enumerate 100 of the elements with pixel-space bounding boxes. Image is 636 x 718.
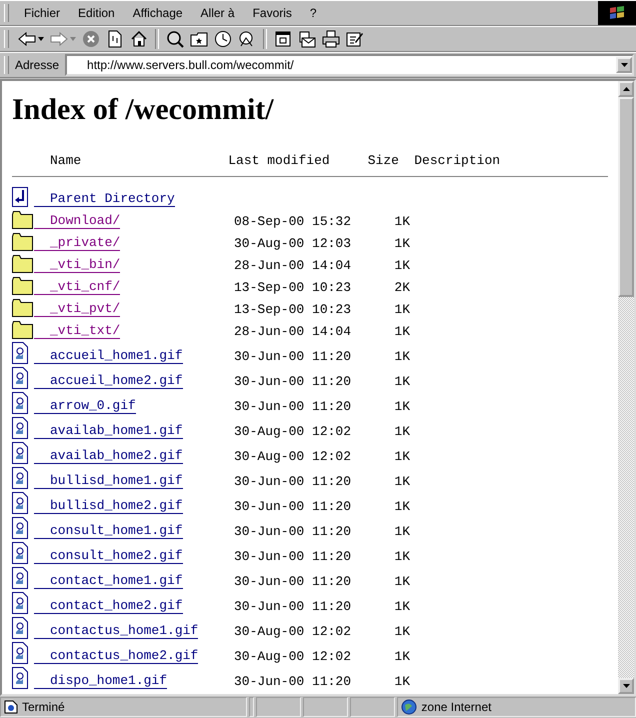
address-label: Adresse <box>15 58 60 72</box>
date-cell-text: 30-Aug-00 12:03 <box>234 236 352 251</box>
folder-icon <box>12 233 33 251</box>
column-header: Last modified <box>228 153 331 168</box>
file-link[interactable]: dispo_home1.gif <box>34 673 168 689</box>
size-cell-text: 2K <box>393 280 410 295</box>
size-cell-text: 1K <box>393 236 410 251</box>
image-file-icon <box>12 542 28 564</box>
caret-icon <box>620 63 628 67</box>
file-link[interactable]: _vti_pvt/ <box>34 301 120 317</box>
window-icon <box>274 30 292 48</box>
status-pane <box>256 697 301 717</box>
file-link[interactable]: bullisd_home2.gif <box>34 498 183 514</box>
status-text: Terminé <box>22 700 65 714</box>
size-cell-text: 1K <box>393 674 410 689</box>
size-cell-text: 1K <box>393 374 410 389</box>
menu-item[interactable]: Favoris <box>244 4 301 22</box>
down-arrow-icon[interactable] <box>622 684 630 688</box>
image-file-icon <box>12 342 28 364</box>
date-cell-text: 30-Aug-00 12:02 <box>234 624 352 639</box>
file-link[interactable]: contactus_home1.gif <box>34 623 198 639</box>
date-cell-text: 30-Jun-00 11:20 <box>234 549 352 564</box>
folder-icon <box>12 299 33 317</box>
folder-icon <box>12 321 33 339</box>
mail-icon <box>298 30 316 48</box>
column-header: Size <box>368 153 400 168</box>
size-cell-text: 1K <box>393 324 410 339</box>
file-link[interactable]: Parent Directory <box>34 191 175 207</box>
file-link[interactable]: accueil_home2.gif <box>34 373 183 389</box>
image-file-icon <box>12 667 28 689</box>
folder-icon <box>12 255 33 273</box>
size-cell-text: 1K <box>393 424 410 439</box>
date-cell-text: 30-Jun-00 11:20 <box>234 474 352 489</box>
date-cell-text: 30-Jun-00 11:20 <box>234 374 352 389</box>
size-cell-text: 1K <box>393 214 410 229</box>
printer-icon <box>322 30 340 48</box>
file-link[interactable]: _private/ <box>34 235 120 251</box>
file-link[interactable]: availab_home1.gif <box>34 423 183 439</box>
size-cell-text: 1K <box>393 624 410 639</box>
menu-item[interactable]: Affichage <box>124 4 192 22</box>
file-link[interactable]: availab_home2.gif <box>34 448 183 464</box>
page-heading: Index of /wecommit/ <box>12 93 275 127</box>
windows-logo <box>598 1 636 25</box>
size-cell-text: 1K <box>393 574 410 589</box>
size-cell-text: 1K <box>393 302 410 317</box>
file-link[interactable]: contact_home2.gif <box>34 598 183 614</box>
size-cell-text: 1K <box>393 349 410 364</box>
star-folder-icon <box>190 30 208 48</box>
file-link[interactable]: _vti_cnf/ <box>34 279 120 295</box>
date-cell-text: 30-Jun-00 11:20 <box>234 674 352 689</box>
menu-item[interactable]: ? <box>300 4 326 22</box>
image-file-icon <box>12 642 28 664</box>
status-pane <box>350 697 396 717</box>
date-cell-text: 30-Aug-00 12:02 <box>234 449 352 464</box>
clock-icon <box>214 30 232 48</box>
image-file-icon <box>12 417 28 439</box>
date-cell-text: 30-Jun-00 11:20 <box>234 499 352 514</box>
image-file-icon <box>12 442 28 464</box>
date-cell-text: 30-Jun-00 11:20 <box>234 574 352 589</box>
scrollbar[interactable] <box>618 81 634 694</box>
folder-icon <box>12 277 33 295</box>
home-icon <box>130 30 148 48</box>
image-file-icon <box>12 492 28 514</box>
size-cell-text: 1K <box>393 649 410 664</box>
address-field[interactable]: http://www.servers.bull.com/wecommit/ <box>65 54 634 76</box>
dropdown-button[interactable] <box>616 57 632 73</box>
file-link[interactable]: Download/ <box>34 213 120 229</box>
file-link[interactable]: consult_home2.gif <box>34 548 183 564</box>
status-pane <box>248 697 254 717</box>
size-cell-text: 1K <box>393 499 410 514</box>
date-cell-text: 30-Jun-00 11:20 <box>234 599 352 614</box>
image-file-icon <box>12 567 28 589</box>
date-cell-text: 28-Jun-00 14:04 <box>234 324 352 339</box>
image-file-icon <box>12 517 28 539</box>
file-link[interactable]: _vti_bin/ <box>34 257 120 273</box>
menu-item[interactable]: Edition <box>69 4 124 22</box>
file-link[interactable]: accueil_home1.gif <box>34 348 183 364</box>
folder-icon <box>12 211 33 229</box>
stop-icon <box>82 30 100 48</box>
file-link[interactable]: consult_home1.gif <box>34 523 183 539</box>
file-link[interactable]: contact_home1.gif <box>34 573 183 589</box>
image-file-icon <box>12 467 28 489</box>
up-arrow-icon[interactable] <box>622 87 630 91</box>
date-cell-text: 13-Sep-00 10:23 <box>234 280 352 295</box>
file-link[interactable]: contactus_home2.gif <box>34 648 198 664</box>
date-cell-text: 30-Aug-00 12:02 <box>234 649 352 664</box>
date-cell-text: 30-Jun-00 11:20 <box>234 349 352 364</box>
image-file-icon <box>12 367 28 389</box>
back-arrow-icon <box>18 32 36 46</box>
date-cell-text: 30-Jun-00 11:20 <box>234 399 352 414</box>
size-cell-text: 1K <box>393 258 410 273</box>
size-cell-text: 1K <box>393 549 410 564</box>
date-cell-text: 30-Jun-00 11:20 <box>234 524 352 539</box>
date-cell-text: 13-Sep-00 10:23 <box>234 302 352 317</box>
menu-item[interactable]: Aller à <box>192 4 244 22</box>
file-link[interactable]: bullisd_home1.gif <box>34 473 183 489</box>
file-link[interactable]: arrow_0.gif <box>34 398 136 414</box>
file-link[interactable]: _vti_txt/ <box>34 323 120 339</box>
menu-item[interactable]: Fichier <box>15 4 70 22</box>
date-cell-text: 30-Aug-00 12:02 <box>234 424 352 439</box>
